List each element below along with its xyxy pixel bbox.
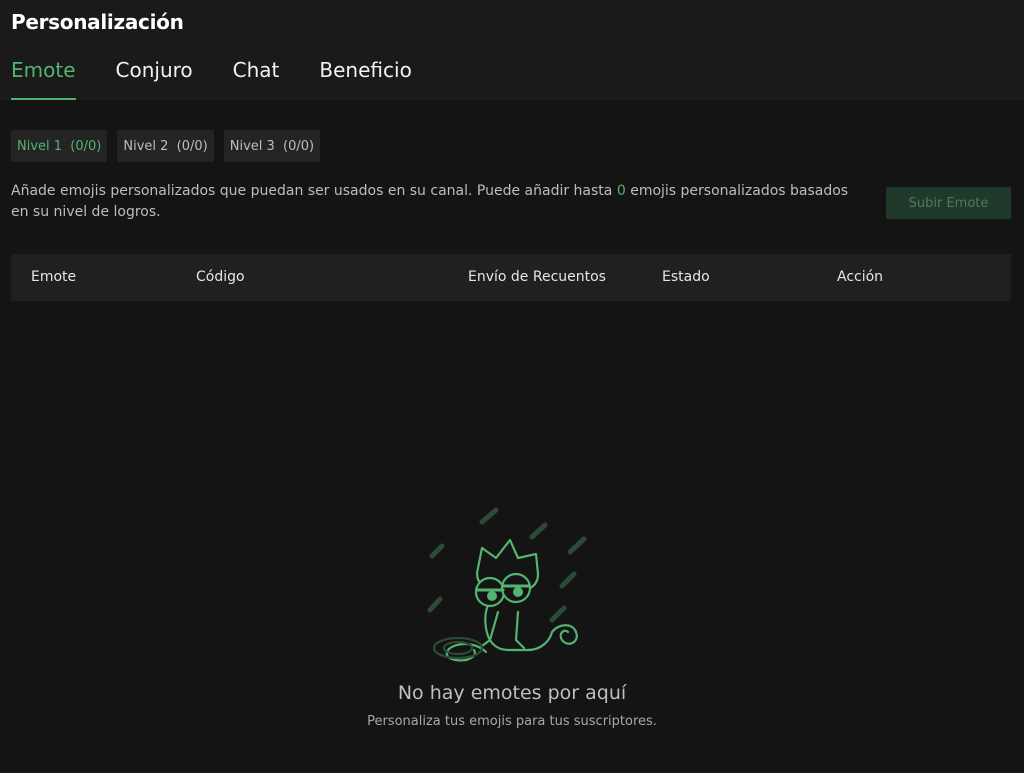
empty-state-title: No hay emotes por aquí — [397, 682, 627, 704]
column-header-count: Envío de Recuentos — [468, 269, 606, 285]
table-header: Emote Código Envío de Recuentos Estado A… — [11, 254, 1011, 301]
chameleon-eyes — [474, 572, 532, 608]
tab-beneficio[interactable]: Beneficio — [319, 58, 411, 100]
column-header-status: Estado — [662, 269, 710, 285]
description-text: Añade emojis personalizados que puedan s… — [11, 181, 861, 223]
column-header-emote: Emote — [31, 269, 77, 285]
emote-limit-count: 0 — [616, 183, 626, 199]
level-3-chip[interactable]: Nivel 3 (0/0) — [223, 130, 321, 162]
upload-emote-button[interactable]: Subir Emote — [886, 187, 1011, 219]
column-header-action: Acción — [837, 269, 884, 285]
chameleon-illustration — [427, 507, 587, 662]
tab-bar: Emote Conjuro Chat Beneficio — [11, 58, 452, 100]
description-before: Añade emojis personalizados que puedan s… — [11, 183, 617, 199]
tab-emote[interactable]: Emote — [11, 58, 76, 100]
empty-state-subtitle: Personaliza tus emojis para tus suscript… — [367, 714, 657, 729]
page-title: Personalización — [11, 10, 184, 34]
header: Personalización Emote Conjuro Chat Benef… — [0, 0, 1024, 100]
tab-chat[interactable]: Chat — [233, 58, 280, 100]
page: Personalización Emote Conjuro Chat Benef… — [0, 0, 1024, 773]
column-header-code: Código — [196, 269, 245, 285]
level-selector: Nivel 1 (0/0) Nivel 2 (0/0) Nivel 3 (0/0… — [11, 130, 330, 162]
tab-conjuro[interactable]: Conjuro — [116, 58, 193, 100]
level-2-chip[interactable]: Nivel 2 (0/0) — [117, 130, 214, 162]
level-1-chip[interactable]: Nivel 1 (0/0) — [11, 130, 108, 162]
